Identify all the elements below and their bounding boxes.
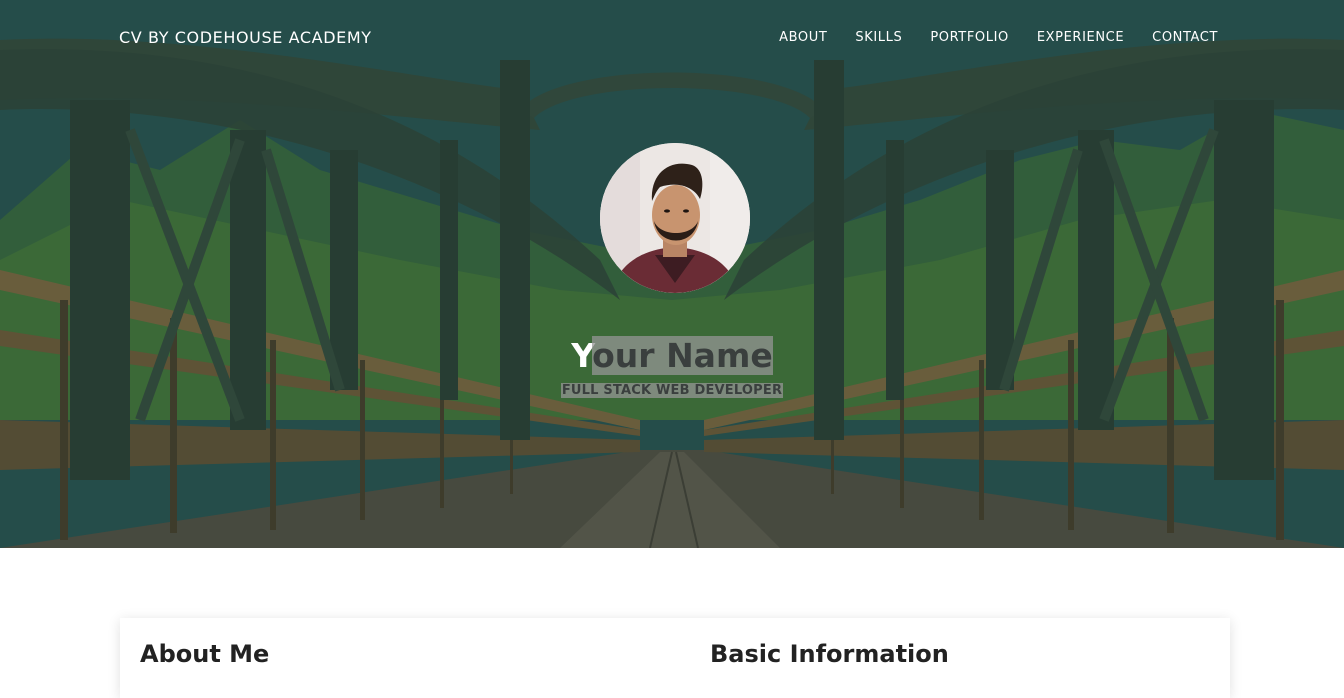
nav-menu: ABOUT SKILLS PORTFOLIO EXPERIENCE CONTAC… [751,30,1218,45]
hero-job-title: FULL STACK WEB DEVELOPER [0,382,1344,400]
nav-link-about[interactable]: ABOUT [779,30,827,45]
nav-link-contact[interactable]: CONTACT [1152,30,1218,45]
top-navbar: CV BY CODEHOUSE ACADEMY ABOUT SKILLS POR… [0,0,1344,76]
hero-name-heading: Your Name [0,336,1344,376]
basic-information-heading: Basic Information [710,640,949,668]
profile-avatar [600,143,750,293]
nav-link-experience[interactable]: EXPERIENCE [1037,30,1124,45]
brand-link[interactable]: CV BY CODEHOUSE ACADEMY [119,28,372,47]
about-heading: About Me [140,640,270,668]
nav-link-portfolio[interactable]: PORTFOLIO [930,30,1009,45]
hero-name-first-letter: Y [571,336,593,375]
hero-job-title-text: FULL STACK WEB DEVELOPER [560,383,784,398]
hero-name-rest: our Name [592,336,773,375]
about-card: About Me Basic Information [120,618,1230,698]
hero-section: CV BY CODEHOUSE ACADEMY ABOUT SKILLS POR… [0,0,1344,548]
nav-link-skills[interactable]: SKILLS [855,30,902,45]
profile-photo-image [600,143,750,293]
